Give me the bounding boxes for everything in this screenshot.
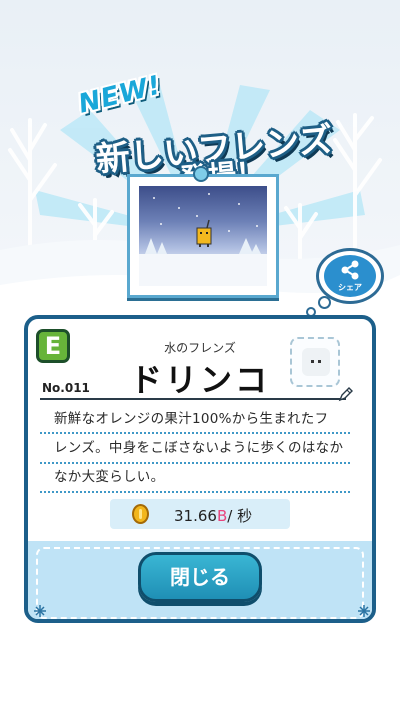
share-bubble-tail: [318, 296, 331, 309]
rate-suffix: / 秒: [227, 507, 253, 525]
description-line: 新鮮なオレンジの果汁100%から生まれたフ: [54, 411, 329, 427]
description-line: レンズ。中身をこぼさないように歩くのはなか: [54, 440, 344, 456]
share-icon: [341, 260, 359, 280]
name-underline: [40, 398, 346, 400]
coin-icon: [132, 504, 149, 524]
rate-text: 31.66B/ 秒: [174, 505, 252, 526]
friend-photo: [127, 174, 279, 298]
rate-unit: B: [216, 507, 228, 525]
photo-pin: [193, 166, 209, 182]
close-button[interactable]: 閉じる: [138, 552, 262, 602]
description-line: なか大変らしい。: [54, 469, 165, 485]
friend-description: 新鮮なオレンジの果汁100%から生まれたフ レンズ。中身をこぼさないように歩くの…: [54, 405, 356, 492]
rate-value: 31.66: [174, 507, 217, 525]
snowflake-icon: [34, 605, 46, 617]
share-button-face[interactable]: シェア: [324, 255, 376, 297]
friend-face-icon: [302, 348, 330, 376]
photo-scene: [139, 186, 267, 286]
friend-number: No.011: [42, 381, 90, 395]
description-divider: [40, 432, 350, 434]
production-rate: 31.66B/ 秒: [110, 499, 290, 529]
title-banner: NEW! 新しいフレンズ 登場！: [0, 38, 400, 195]
new-badge: NEW!: [75, 70, 165, 120]
photo-illustration: [139, 193, 267, 286]
friend-icon-slot: [290, 337, 340, 387]
snowflake-icon: [358, 605, 370, 617]
pencil-icon: [338, 387, 353, 402]
share-label: シェア: [338, 283, 362, 292]
description-divider: [40, 462, 350, 464]
description-divider: [40, 491, 350, 493]
